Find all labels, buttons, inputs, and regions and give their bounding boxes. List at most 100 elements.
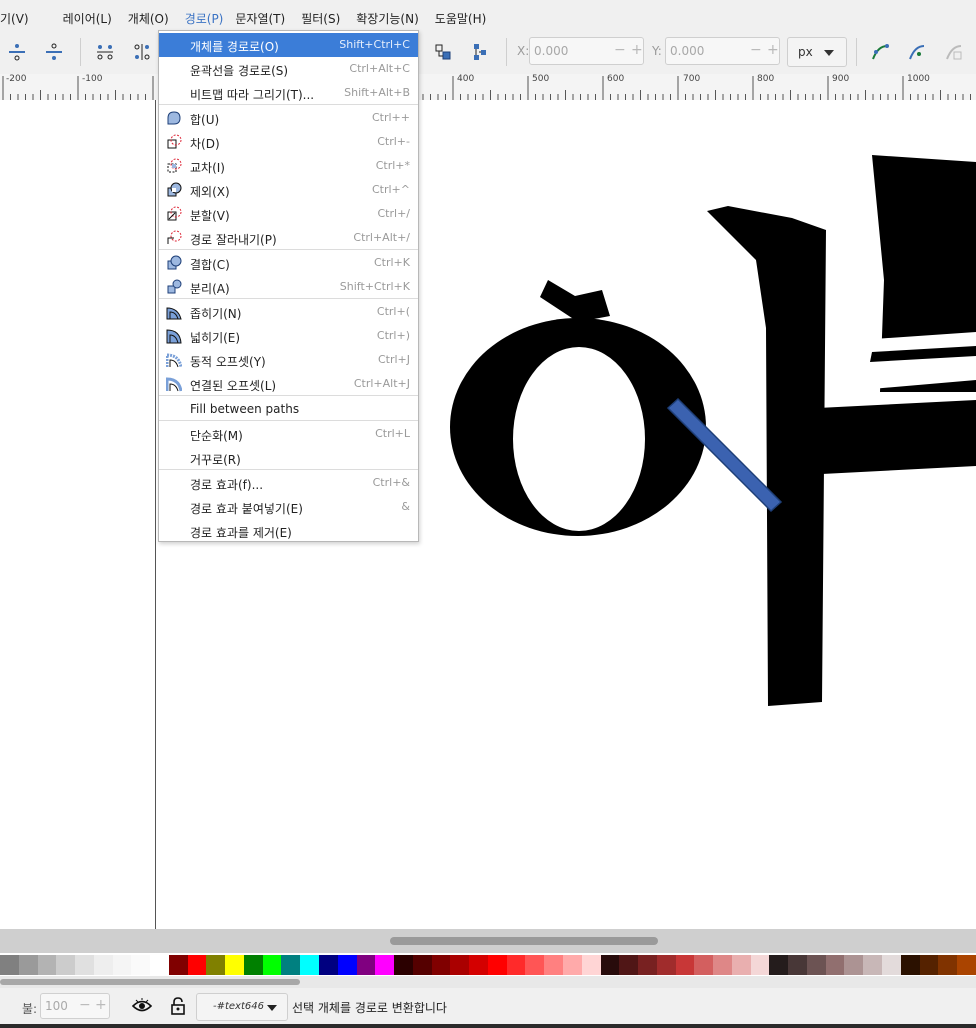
menu-layer[interactable]: 레이어(L) <box>57 8 118 30</box>
color-swatch[interactable] <box>262 955 282 975</box>
color-swatch[interactable] <box>0 955 19 975</box>
color-swatch[interactable] <box>18 955 38 975</box>
x-coordinate-field[interactable]: 0.000 − + <box>529 37 644 65</box>
join-nodes-icon[interactable] <box>94 41 116 63</box>
color-swatch[interactable] <box>412 955 432 975</box>
color-swatch[interactable] <box>675 955 695 975</box>
color-swatch[interactable] <box>806 955 826 975</box>
color-swatch[interactable] <box>225 955 244 975</box>
color-swatch[interactable] <box>731 955 751 975</box>
horizontal-scrollbar[interactable] <box>0 929 976 953</box>
color-swatch[interactable] <box>187 955 207 975</box>
menu-item[interactable]: 분할(V) Ctrl+/ <box>159 202 418 226</box>
color-swatch[interactable] <box>356 955 376 975</box>
color-swatch[interactable] <box>37 955 57 975</box>
menu-item[interactable]: 개체를 경로로(O) Shift+Ctrl+C <box>159 33 418 57</box>
plus-icon[interactable]: + <box>631 42 643 58</box>
color-swatch[interactable] <box>600 955 620 975</box>
color-swatch[interactable] <box>131 955 151 975</box>
menu-item[interactable]: 결합(C) Ctrl+K <box>159 251 418 275</box>
menu-item[interactable]: 교차(I) Ctrl+* <box>159 154 418 178</box>
minus-icon[interactable]: − <box>750 42 762 58</box>
menu-item[interactable]: 차(D) Ctrl+- <box>159 130 418 154</box>
color-swatch[interactable] <box>112 955 132 975</box>
color-swatch[interactable] <box>150 955 169 975</box>
drawing-canvas[interactable] <box>0 100 976 929</box>
color-swatch[interactable] <box>319 955 338 975</box>
object-to-path-icon[interactable] <box>432 41 454 63</box>
color-swatch[interactable] <box>619 955 639 975</box>
color-swatch[interactable] <box>881 955 901 975</box>
menu-filters[interactable]: 필터(S) <box>295 8 346 30</box>
color-swatch[interactable] <box>769 955 789 975</box>
color-swatch[interactable] <box>919 955 939 975</box>
minus-icon[interactable]: − <box>614 42 626 58</box>
stroke-to-path-icon[interactable] <box>469 41 491 63</box>
color-swatch[interactable] <box>93 955 113 975</box>
color-swatch[interactable] <box>375 955 395 975</box>
color-swatch[interactable] <box>431 955 451 975</box>
scrollbar-thumb[interactable] <box>390 937 658 945</box>
color-swatch[interactable] <box>957 955 976 975</box>
color-swatch[interactable] <box>825 955 845 975</box>
menu-help[interactable]: 도움말(H) <box>429 8 493 30</box>
palette-scrollbar[interactable] <box>0 976 976 988</box>
color-swatch[interactable] <box>581 955 601 975</box>
y-coordinate-field[interactable]: 0.000 − + <box>665 37 780 65</box>
color-swatch[interactable] <box>713 955 732 975</box>
menu-item[interactable]: 넓히기(E) Ctrl+) <box>159 324 418 348</box>
color-swatch[interactable] <box>243 955 263 975</box>
menu-extensions[interactable]: 확장기능(N) <box>350 8 425 30</box>
color-swatch[interactable] <box>863 955 882 975</box>
color-swatch[interactable] <box>506 955 526 975</box>
color-swatch[interactable] <box>300 955 320 975</box>
color-swatch[interactable] <box>469 955 488 975</box>
menu-item[interactable]: 합(U) Ctrl++ <box>159 106 418 130</box>
color-swatch[interactable] <box>562 955 582 975</box>
color-swatch[interactable] <box>525 955 545 975</box>
color-swatch[interactable] <box>788 955 807 975</box>
menu-item[interactable]: Fill between paths <box>159 397 418 421</box>
plus-icon[interactable]: + <box>95 997 107 1013</box>
color-swatch[interactable] <box>544 955 563 975</box>
add-node-icon[interactable] <box>6 41 28 63</box>
menu-item[interactable]: 단순화(M) Ctrl+L <box>159 422 418 446</box>
menu-item[interactable]: 거꾸로(R) <box>159 446 418 470</box>
break-path-icon[interactable] <box>131 41 153 63</box>
menu-item[interactable]: 분리(A) Shift+Ctrl+K <box>159 275 418 299</box>
color-swatch[interactable] <box>450 955 470 975</box>
menu-text[interactable]: 문자열(T) <box>229 8 291 30</box>
color-swatch[interactable] <box>337 955 357 975</box>
color-swatch[interactable] <box>656 955 676 975</box>
lock-icon[interactable] <box>170 997 186 1015</box>
eye-icon[interactable] <box>131 997 153 1015</box>
menu-item[interactable]: 경로 효과를 제거(E) <box>159 519 418 543</box>
delete-node-icon[interactable] <box>43 41 65 63</box>
menu-item[interactable]: 동적 오프셋(Y) Ctrl+J <box>159 348 418 372</box>
layer-select[interactable]: -#text646 <box>196 993 288 1021</box>
edit-clip-icon[interactable] <box>943 41 965 63</box>
color-swatch[interactable] <box>487 955 507 975</box>
scrollbar-thumb[interactable] <box>0 979 300 985</box>
menu-item[interactable]: 경로 효과(f)... Ctrl+& <box>159 471 418 495</box>
minus-icon[interactable]: − <box>79 997 91 1013</box>
color-swatch[interactable] <box>844 955 864 975</box>
menu-item[interactable]: 경로 효과 붙여넣기(E) & <box>159 495 418 519</box>
color-swatch[interactable] <box>394 955 413 975</box>
color-swatch[interactable] <box>75 955 94 975</box>
opacity-field[interactable]: 100 − + <box>40 993 110 1019</box>
color-swatch[interactable] <box>694 955 714 975</box>
color-swatch[interactable] <box>281 955 301 975</box>
hangul-glyph-artwork[interactable] <box>0 100 976 929</box>
show-handles-icon[interactable] <box>869 41 891 63</box>
color-swatch[interactable] <box>638 955 657 975</box>
color-swatch[interactable] <box>900 955 920 975</box>
menu-view[interactable]: 기(V) <box>0 8 35 30</box>
menu-item[interactable]: 비트맵 따라 그리기(T)... Shift+Alt+B <box>159 81 418 105</box>
menu-item[interactable]: 윤곽선을 경로로(S) Ctrl+Alt+C <box>159 57 418 81</box>
unit-select[interactable]: px <box>787 37 847 67</box>
color-swatch[interactable] <box>206 955 226 975</box>
show-path-outline-icon[interactable] <box>906 41 928 63</box>
plus-icon[interactable]: + <box>767 42 779 58</box>
color-swatch[interactable] <box>938 955 958 975</box>
